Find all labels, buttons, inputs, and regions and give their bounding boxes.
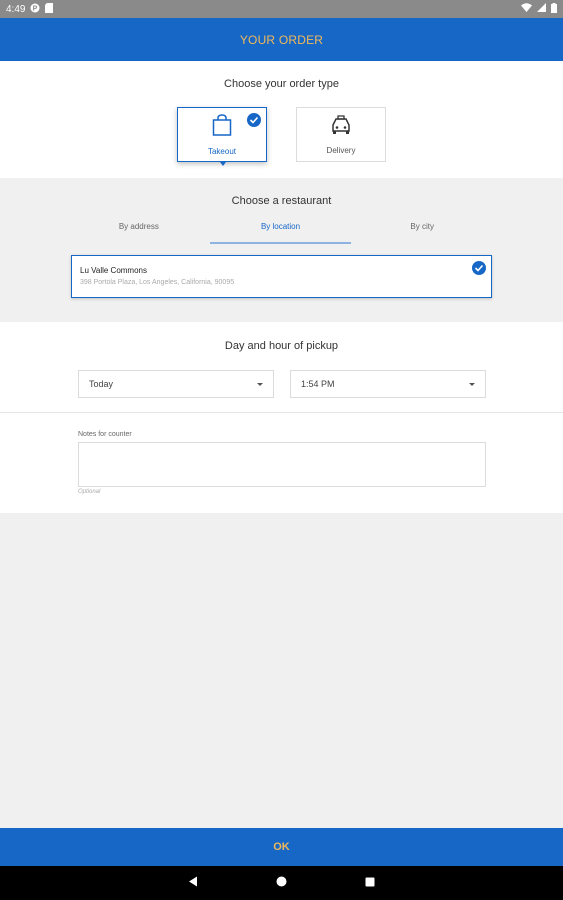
system-nav-bar xyxy=(0,866,563,900)
svg-text:P: P xyxy=(33,5,38,12)
notes-input[interactable] xyxy=(78,442,486,487)
check-icon xyxy=(247,113,261,127)
notes-hint: Optional xyxy=(78,489,101,495)
status-bar: 4:49 P xyxy=(0,0,563,18)
tab-by-location[interactable]: By location xyxy=(209,218,352,244)
shopping-bag-icon xyxy=(212,113,232,141)
status-time: 4:49 xyxy=(6,3,26,15)
order-type-takeout[interactable]: Takeout xyxy=(177,107,267,166)
order-type-delivery[interactable]: Delivery xyxy=(296,107,386,162)
car-icon xyxy=(330,114,352,140)
cell-signal-icon xyxy=(537,3,546,15)
chevron-down-icon xyxy=(469,382,475,386)
wifi-icon xyxy=(521,3,532,15)
selection-pointer xyxy=(220,162,226,166)
home-icon[interactable] xyxy=(276,874,287,892)
app-bar: YOUR ORDER xyxy=(0,18,563,61)
order-type-label: Takeout xyxy=(207,146,237,156)
ok-button[interactable]: OK xyxy=(0,828,563,866)
order-type-section: Choose your order type Takeout Delivery xyxy=(0,61,563,178)
check-icon xyxy=(472,261,486,275)
restaurant-tabs: By address By location By city xyxy=(68,218,493,244)
time-select[interactable]: 1:54 PM xyxy=(290,370,486,398)
restaurant-card[interactable]: Lu Valle Commons 398 Portola Plaza, Los … xyxy=(71,255,492,298)
sd-card-icon xyxy=(45,2,54,16)
restaurant-address: 398 Portola Plaza, Los Angeles, Californ… xyxy=(80,279,235,286)
order-type-heading: Choose your order type xyxy=(224,78,339,90)
time-select-value: 1:54 PM xyxy=(301,379,335,389)
restaurant-heading: Choose a restaurant xyxy=(231,195,332,207)
recents-icon[interactable] xyxy=(365,874,375,892)
back-icon[interactable] xyxy=(188,874,198,892)
day-select-value: Today xyxy=(89,379,114,389)
restaurant-section: Choose a restaurant By address By locati… xyxy=(0,178,563,322)
notes-label: Notes for counter xyxy=(78,431,132,438)
chevron-down-icon xyxy=(257,382,263,386)
app-notification-icon: P xyxy=(30,3,40,16)
notes-section: Notes for counter Optional xyxy=(0,412,563,513)
tab-by-city[interactable]: By city xyxy=(351,218,493,244)
day-select[interactable]: Today xyxy=(78,370,274,398)
pickup-heading: Day and hour of pickup xyxy=(224,340,339,352)
pickup-section: Day and hour of pickup Today 1:54 PM xyxy=(0,322,563,412)
battery-icon xyxy=(551,2,557,16)
restaurant-name: Lu Valle Commons xyxy=(80,266,147,275)
tab-by-address[interactable]: By address xyxy=(68,218,210,244)
page-title: YOUR ORDER xyxy=(239,32,324,47)
ok-label: OK xyxy=(273,841,290,853)
order-type-label: Delivery xyxy=(326,145,356,155)
